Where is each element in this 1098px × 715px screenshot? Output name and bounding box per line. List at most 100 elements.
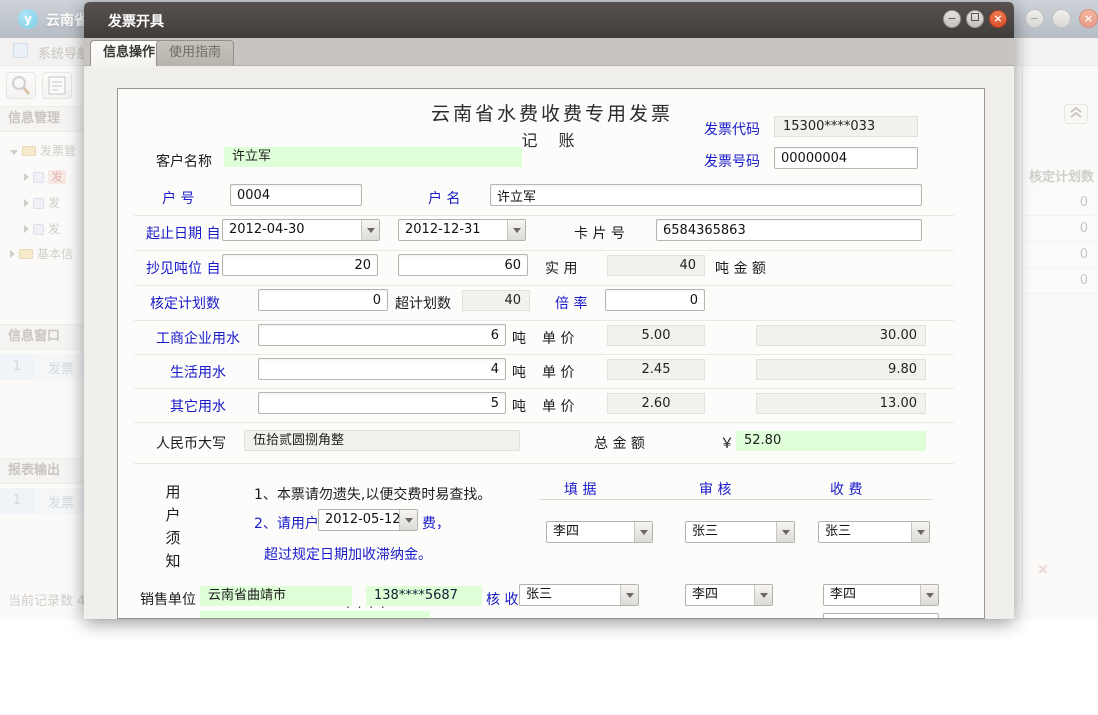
clipped-labels-fragment: 核 收 (486, 589, 518, 609)
price-label: 单 价 (542, 396, 574, 416)
report-output-row[interactable]: 1 发票 (0, 488, 95, 514)
seller-label: 销售单位 (140, 589, 196, 609)
over-quota-label: 超计划数 (395, 293, 451, 313)
tonnage-from-input[interactable] (222, 254, 378, 276)
chevron-down-icon[interactable] (911, 522, 929, 542)
cashier-select[interactable]: 张三 (818, 521, 930, 543)
water-qty-input[interactable] (258, 392, 506, 414)
tree-folder-invoice[interactable]: 发票管 (10, 142, 76, 159)
expand-right-icon[interactable] (24, 199, 29, 207)
column-header-quota: 核定计划数 (1028, 166, 1094, 185)
info-window-row[interactable]: 1 发票 (0, 354, 95, 380)
chevron-down-icon[interactable] (920, 585, 938, 605)
filler-value: 李四 (553, 522, 579, 542)
collapse-panel-button[interactable] (1064, 104, 1088, 124)
invoice-no-label: 发票号码 (704, 151, 760, 171)
tree-item-label: 发 (48, 170, 66, 184)
bg-maximize-button[interactable] (1052, 9, 1071, 28)
date-from-value: 2012-04-30 (229, 220, 305, 240)
app-logo-icon: y (18, 9, 38, 29)
expand-right-icon[interactable] (10, 250, 15, 258)
auditor-value: 张三 (692, 522, 718, 542)
dialog-titlebar[interactable]: 发票开具 − × (84, 2, 1014, 38)
bottom-value-3: 李四 (830, 585, 856, 605)
chevron-down-icon[interactable] (776, 522, 794, 542)
date-to-select[interactable]: 2012-12-31 (398, 219, 526, 241)
account-name-input[interactable] (490, 184, 922, 206)
chevron-down-icon[interactable] (620, 585, 638, 605)
customer-field: 许立军 (224, 147, 522, 167)
panel-close-icon[interactable]: × (1030, 560, 1056, 580)
total-field: 52.80 (736, 431, 926, 451)
unit-label: 吨 (512, 396, 526, 416)
quota-input[interactable] (258, 289, 388, 311)
bottom-select-3[interactable]: 李四 (823, 584, 939, 606)
bg-close-button[interactable]: × (1079, 9, 1098, 28)
chevron-down-icon[interactable] (754, 585, 772, 605)
account-no-input[interactable] (230, 184, 362, 206)
section-info-manage: 信息管理 (0, 106, 95, 132)
tonnage-to-input[interactable] (398, 254, 528, 276)
amount-field: 9.80 (756, 359, 926, 380)
invoice-item-icon (33, 224, 44, 235)
auditor-select[interactable]: 张三 (685, 521, 795, 543)
actual-label: 实 用 (545, 258, 577, 278)
cashier-value: 张三 (825, 522, 851, 542)
card-no-input[interactable] (656, 219, 922, 241)
search-button[interactable] (6, 72, 36, 99)
bg-minimize-button[interactable]: − (1025, 9, 1044, 28)
row-text: 发票 (48, 358, 74, 377)
water-qty-input[interactable] (258, 358, 506, 380)
invoice-item-icon (33, 172, 44, 183)
folder-icon (19, 249, 33, 259)
auditor-label: 审 核 (699, 479, 731, 499)
tree-item-invoice-2[interactable]: 发 (24, 194, 60, 211)
water-row-label: 生活用水 (138, 362, 258, 382)
dialog-title: 发票开具 (108, 11, 164, 31)
filler-label: 填 据 (564, 479, 596, 499)
tree-item-invoice-active[interactable]: 发 (24, 168, 66, 185)
amount-field: 30.00 (756, 325, 926, 346)
expand-right-icon[interactable] (24, 225, 29, 233)
clipped-dots: . . . . (346, 597, 387, 611)
bottom-select-1[interactable]: 张三 (519, 584, 639, 606)
tab-user-guide[interactable]: 使用指南 (156, 40, 234, 66)
report-button[interactable] (42, 72, 72, 99)
filler-select[interactable]: 李四 (546, 521, 653, 543)
rate-input[interactable] (605, 289, 705, 311)
quota-cell: 0 (1024, 190, 1094, 216)
tree-folder-label: 基本信 (37, 247, 73, 261)
nav-checkbox-icon[interactable] (13, 43, 28, 58)
chevron-down-icon[interactable] (507, 220, 525, 240)
expand-down-icon[interactable] (10, 150, 18, 155)
invoice-item-icon (33, 198, 44, 209)
minimize-button[interactable]: − (943, 10, 961, 28)
dialog-body: 云南省水费收费专用发票 记 账 发票代码 15300****033 发票号码 客… (84, 66, 1014, 619)
chevron-down-icon[interactable] (634, 522, 652, 542)
tree-folder-basic[interactable]: 基本信 (10, 245, 73, 262)
water-qty-input[interactable] (258, 324, 506, 346)
amount-words-field: 伍拾贰圆捌角整 (244, 430, 520, 451)
tree-item-invoice-3[interactable]: 发 (24, 220, 60, 237)
chevron-down-icon[interactable] (361, 220, 379, 240)
date-from-select[interactable]: 2012-04-30 (222, 219, 380, 241)
divider (134, 215, 954, 216)
maximize-button[interactable] (966, 10, 984, 28)
notice-line-2-suffix: 费， (422, 513, 450, 533)
deadline-date-select[interactable]: 2012-05-12 (318, 509, 418, 531)
close-button[interactable]: × (989, 10, 1007, 28)
tree-item-label: 发 (48, 196, 60, 210)
actual-field: 40 (607, 255, 705, 276)
deadline-date-value: 2012-05-12 (325, 510, 401, 530)
bottom-select-2[interactable]: 李四 (685, 584, 773, 606)
price-label: 单 价 (542, 328, 574, 348)
tree-folder-label: 发票管 (40, 144, 76, 158)
account-name-label: 户 名 (428, 188, 460, 208)
divider (540, 499, 932, 500)
expand-right-icon[interactable] (24, 173, 29, 181)
invoice-no-input[interactable] (774, 147, 918, 169)
quota-label: 核定计划数 (150, 293, 220, 313)
bottom-value-2: 李四 (692, 585, 718, 605)
chevron-down-icon[interactable] (399, 510, 417, 530)
report-icon (43, 73, 71, 98)
